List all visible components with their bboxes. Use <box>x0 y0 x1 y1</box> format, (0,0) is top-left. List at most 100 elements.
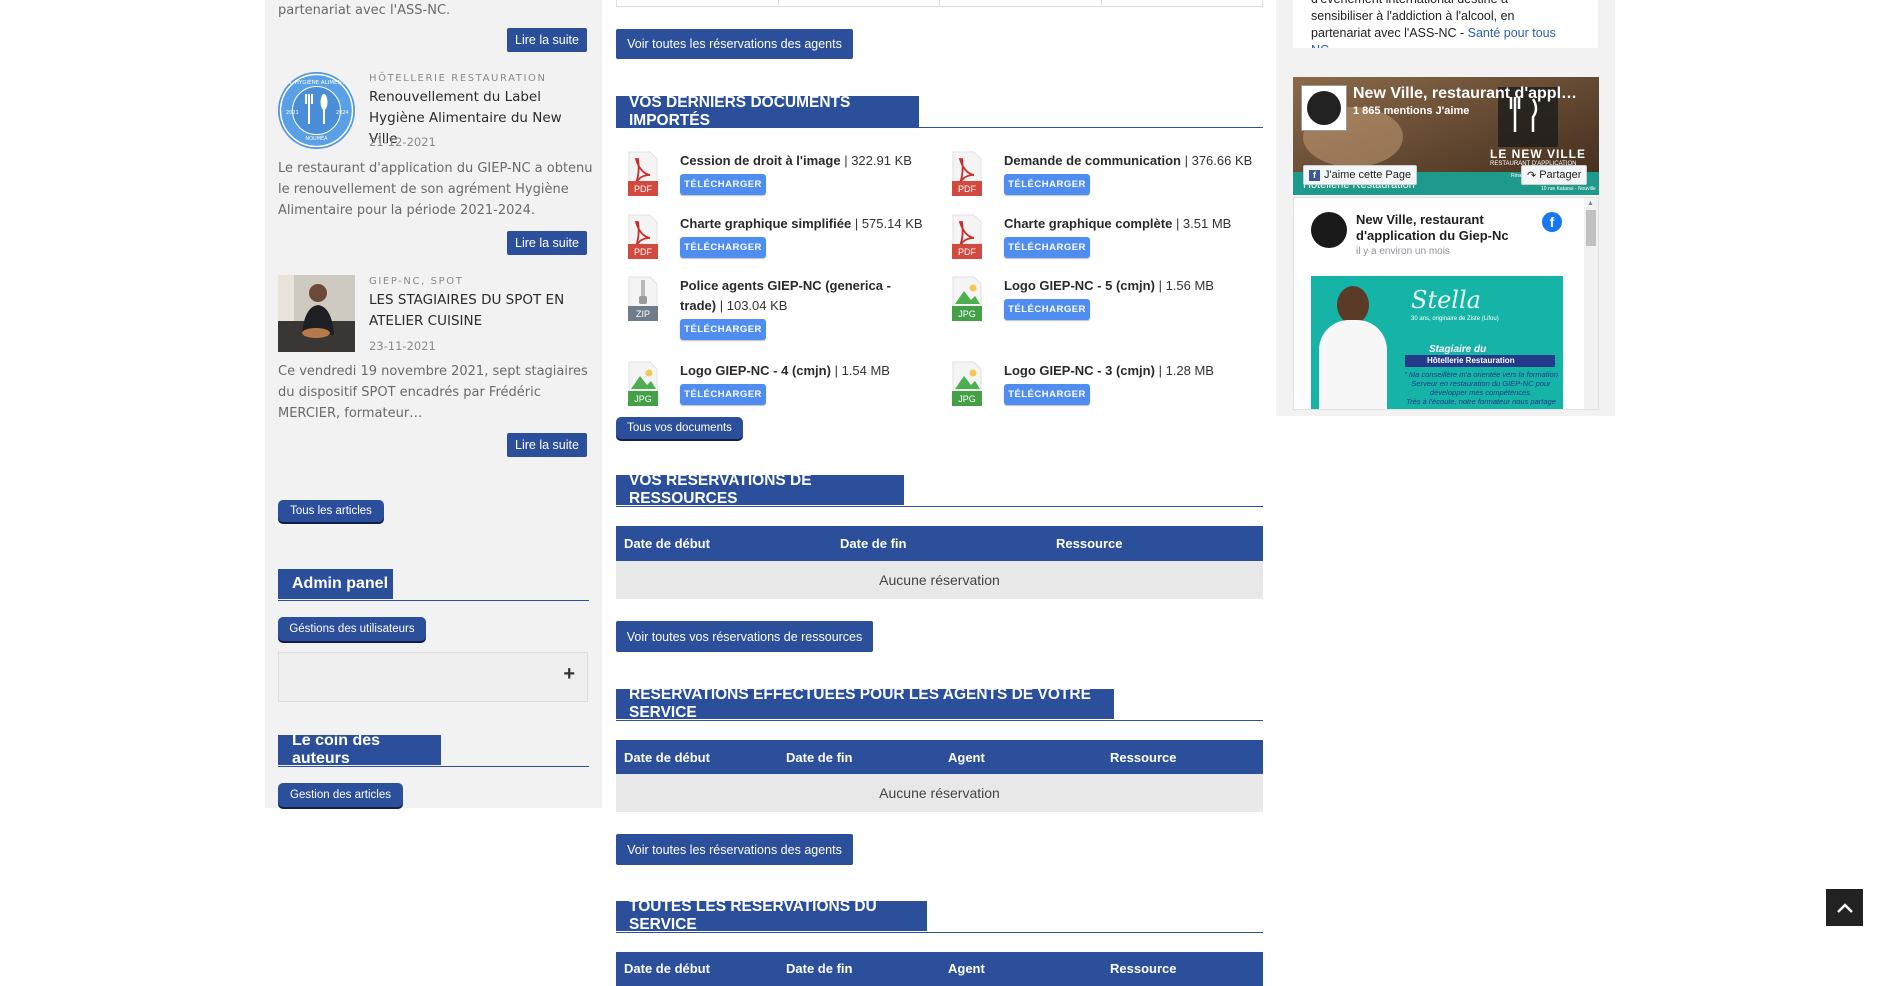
pdf-file-icon: PDF <box>952 151 982 196</box>
user-management-button[interactable]: Géstions des utilisateurs <box>278 617 426 641</box>
quote-line: développer mes compétences. <box>1429 388 1533 397</box>
svg-text:PDF: PDF <box>634 184 653 194</box>
fb-like-label: J'aime cette Page <box>1324 169 1412 181</box>
document-name: Cession de droit à l'image | 322.91 KB <box>680 151 930 171</box>
document-size: | 575.14 KB <box>854 216 923 231</box>
col-end-date: Date de fin <box>786 961 853 976</box>
label-hygiene-badge: LABEL HYGIÈNE ALIMENTAIRE 2021 2024 NOUM… <box>278 72 355 149</box>
fb-like-page-button[interactable]: f J'aime cette Page <box>1303 165 1418 185</box>
heading-rule <box>278 600 589 601</box>
download-button[interactable]: TÉLÉCHARGER <box>680 319 766 340</box>
empty-row: Aucune réservation <box>616 774 1263 812</box>
download-button[interactable]: TÉLÉCHARGER <box>680 237 766 258</box>
article-date: 21-12-2021 <box>369 135 436 149</box>
document-item: PDF Demande de communication | 376.66 KB T… <box>952 151 1254 196</box>
heading-rule <box>616 720 1263 721</box>
document-item: JPG Logo GIEP-NC - 5 (cmjn) | 1.56 MB TÉLÉ… <box>952 276 1254 321</box>
quote-line: Très à l'écoute, notre formateur nous pa… <box>1406 397 1556 406</box>
see-resource-reservations-button[interactable]: Voir toutes vos réservations de ressourc… <box>616 621 873 652</box>
download-button[interactable]: TÉLÉCHARGER <box>1004 237 1090 258</box>
document-size: | 1.54 MB <box>834 363 890 378</box>
table-remnant <box>616 0 1263 7</box>
all-articles-button[interactable]: Tous les articles <box>278 500 384 522</box>
download-button[interactable]: TÉLÉCHARGER <box>1004 299 1090 320</box>
document-item: JPG Logo GIEP-NC - 4 (cmjn) | 1.54 MB TÉLÉ… <box>628 361 930 406</box>
read-more-button[interactable]: Lire la suite <box>507 28 587 52</box>
pdf-file-icon: PDF <box>628 214 658 259</box>
document-title: Charte graphique simplifiée <box>680 216 852 231</box>
fb-likes-count: 1 865 mentions J'aime <box>1353 105 1470 117</box>
article-title-link[interactable]: LES STAGIAIRES DU SPOT EN ATELIER CUISIN… <box>369 290 569 332</box>
see-agent-reservations-button[interactable]: Voir toutes les réservations des agents <box>616 29 853 59</box>
authors-heading: Le coin des auteurs <box>278 732 441 767</box>
resource-reservations-heading: VOS RÉSERVATIONS DE RESSOURCES <box>616 472 904 507</box>
read-more-button[interactable]: Lire la suite <box>507 231 587 255</box>
document-name: Logo GIEP-NC - 5 (cmjn) | 1.56 MB <box>1004 276 1254 296</box>
image-file-icon: JPG <box>952 276 982 321</box>
snippet-line: NC <box>1311 42 1591 48</box>
article-thumbnail <box>278 275 355 352</box>
fb-share-label: Partager <box>1539 169 1582 181</box>
download-button[interactable]: TÉLÉCHARGER <box>680 174 766 195</box>
facebook-logo-icon: f <box>1542 212 1562 232</box>
admin-accordion[interactable]: + <box>278 652 588 702</box>
feed-scrollbar[interactable]: ▲ <box>1584 198 1598 409</box>
article-excerpt: Ce vendredi 19 novembre 2021, sept stagi… <box>278 364 588 421</box>
documents-heading: VOS DERNIERS DOCUMENTS IMPORTÉS <box>616 94 919 129</box>
manage-articles-button[interactable]: Gestion des articles <box>278 783 403 807</box>
empty-row: Aucune réservation <box>616 561 1263 599</box>
download-button[interactable]: TÉLÉCHARGER <box>680 384 766 405</box>
document-size: | 1.28 MB <box>1158 363 1214 378</box>
document-item: ZIP Police agents GIEP-NC (generica - tra… <box>628 276 930 340</box>
document-name: Logo GIEP-NC - 3 (cmjn) | 1.28 MB <box>1004 361 1254 381</box>
fb-share-button[interactable]: ↷ Partager <box>1521 165 1588 185</box>
article-excerpt: Le restaurant d'application du GIEP-NC a… <box>278 161 593 218</box>
see-agent-reservations-button[interactable]: Voir toutes les réservations des agents <box>616 834 853 865</box>
share-arrow-icon: ↷ <box>1527 169 1537 182</box>
document-item: PDF Charte graphique simplifiée | 575.14 … <box>628 214 930 259</box>
article-category: GIEP-NC, SPOT <box>369 276 464 287</box>
col-start-date: Date de début <box>624 536 710 551</box>
document-item: PDF Charte graphique complète | 3.51 MB TÉ… <box>952 214 1254 259</box>
image-file-icon: JPG <box>628 361 658 406</box>
heading-rule <box>616 506 1263 507</box>
sante-pour-tous-link[interactable]: Santé pour tous <box>1468 26 1556 40</box>
facebook-cover[interactable]: New Ville, restaurant d'appl… 1 865 ment… <box>1293 77 1599 195</box>
pdf-file-icon: PDF <box>628 151 658 196</box>
page-avatar[interactable] <box>1301 85 1347 131</box>
article-category: HÔTELLERIE RESTAURATION <box>369 73 547 84</box>
badge-year-left: 2021 <box>286 110 299 116</box>
scrollbar-thumb[interactable] <box>1586 210 1596 246</box>
download-button[interactable]: TÉLÉCHARGER <box>1004 384 1090 405</box>
col-agent: Agent <box>948 961 985 976</box>
zip-file-icon: ZIP <box>628 276 658 321</box>
document-title: Demande de communication <box>1004 153 1181 168</box>
post-stagiaire: Stagiaire du <box>1429 344 1487 355</box>
heading-rule <box>616 932 1263 933</box>
resource-table-header: Date de début Date de fin Ressource <box>616 526 1263 561</box>
scroll-up-arrow-icon[interactable]: ▲ <box>1587 200 1594 207</box>
fb-page-name[interactable]: New Ville, restaurant d'appl… <box>1353 85 1577 103</box>
document-title: Charte graphique complète <box>1004 216 1173 231</box>
download-button[interactable]: TÉLÉCHARGER <box>1004 174 1090 195</box>
post-author-name[interactable]: New Ville, restaurant d'application du G… <box>1356 212 1546 244</box>
post-image[interactable]: Stella 30 ans, originaire de Ziste (Lifo… <box>1311 276 1563 409</box>
document-size: | 322.91 KB <box>844 153 912 168</box>
all-documents-button[interactable]: Tous vos documents <box>616 417 743 439</box>
agent-table-header: Date de début Date de fin Agent Ressourc… <box>616 740 1263 774</box>
document-item: PDF Cession de droit à l'image | 322.91 K… <box>628 151 930 196</box>
read-more-button[interactable]: Lire la suite <box>507 433 587 457</box>
facebook-feed[interactable]: New Ville, restaurant d'application du G… <box>1293 197 1599 410</box>
document-name: Charte graphique simplifiée | 575.14 KB <box>680 214 930 234</box>
news-snippet: d'événement international destiné à sens… <box>1293 0 1598 48</box>
service-table-header: Date de début Date de fin Agent Ressourc… <box>616 952 1263 986</box>
agent-reservations-heading: RÉSERVATIONS EFFECTUÉES POUR LES AGENTS … <box>616 686 1114 721</box>
cover-address: 10 rue Kataoui - Nouville <box>1541 186 1596 192</box>
back-to-top-button[interactable] <box>1826 889 1863 926</box>
document-item: JPG Logo GIEP-NC - 3 (cmjn) | 1.28 MB TÉLÉ… <box>952 361 1254 406</box>
svg-text:PDF: PDF <box>958 247 977 257</box>
expand-plus-icon[interactable]: + <box>563 663 575 686</box>
svg-text:JPG: JPG <box>958 309 976 319</box>
snippet-line: d'événement international destiné à <box>1311 0 1591 8</box>
post-author-avatar[interactable] <box>1311 212 1347 248</box>
